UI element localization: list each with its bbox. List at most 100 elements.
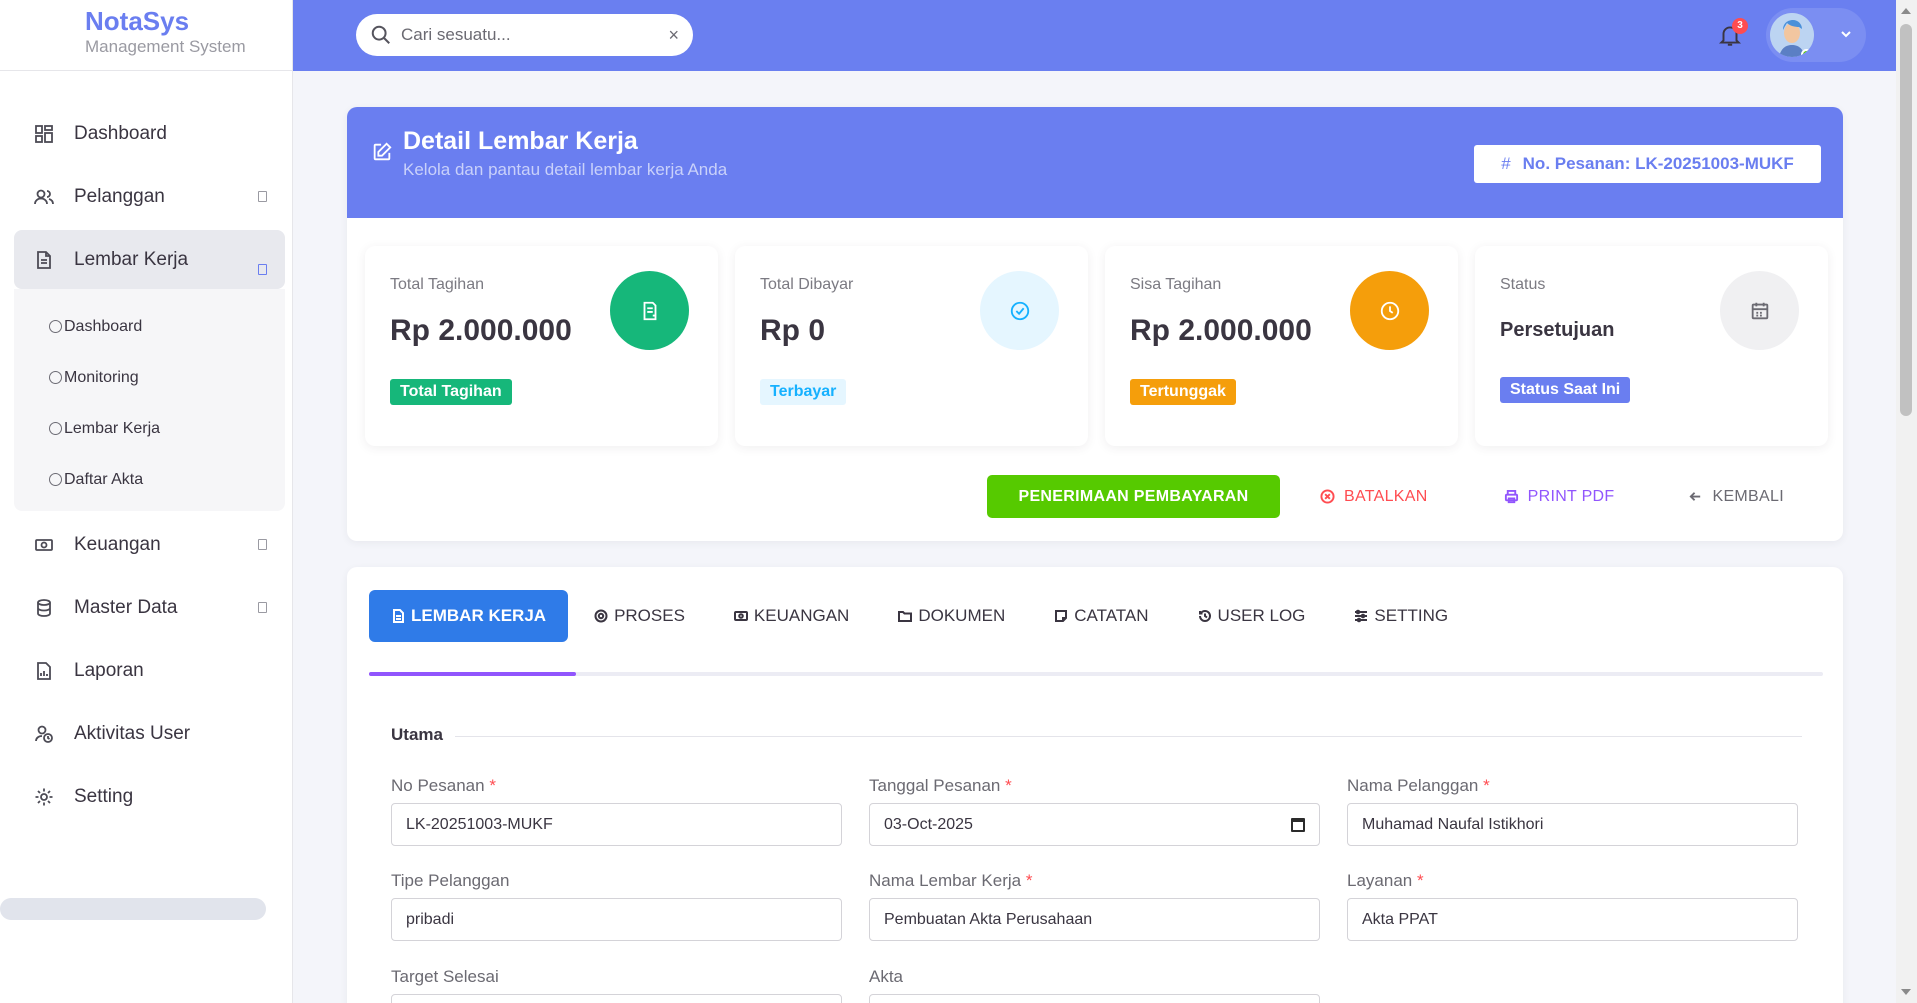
stat-card-status: Status Persetujuan Status Saat Ini [1475,246,1828,446]
clear-search-icon[interactable]: × [668,25,679,46]
avatar [1770,13,1814,57]
sidebar-item-label: Lembar Kerja [74,248,189,270]
sidebar-item-label: Dashboard [74,122,167,144]
order-number-badge: # No. Pesanan: LK-20251003-MUKF [1474,145,1821,183]
receipt-icon [610,271,689,350]
nama-lembar-kerja-input[interactable]: Pembuatan Akta Perusahaan [869,898,1320,941]
stat-label: Total Tagihan [390,276,484,293]
submenu-item-dashboard[interactable]: Dashboard [14,301,285,352]
sidebar-item-label: Master Data [74,596,178,618]
hash-icon: # [1501,154,1511,173]
sidebar-item-setting[interactable]: Setting [14,767,285,826]
stat-badge: Total Tagihan [390,379,512,405]
stat-card-sisa-tagihan: Sisa Tagihan Rp 2.000.000 Tertunggak [1105,246,1458,446]
tab-keuangan[interactable]: KEUANGAN [733,590,849,642]
user-activity-icon [34,724,54,744]
field-nama-lembar-kerja: Nama Lembar Kerja * Pembuatan Akta Perus… [869,871,1320,941]
field-label: Tipe Pelanggan [391,871,510,890]
report-icon [34,661,54,681]
cancel-button[interactable]: BATALKAN [1320,488,1428,506]
sidebar-item-aktivitas-user[interactable]: Aktivitas User [14,704,285,763]
tab-user-log[interactable]: USER LOG [1198,590,1306,642]
stat-card-total-dibayar: Total Dibayar Rp 0 Terbayar [735,246,1088,446]
active-tab-indicator [369,672,576,676]
check-circle-icon [980,271,1059,350]
sidebar-item-master-data[interactable]: Master Data [14,578,285,637]
calendar-icon [1720,271,1799,350]
submenu-lembar-kerja: Dashboard Monitoring Lembar Kerja Daftar… [14,289,285,511]
tab-setting[interactable]: SETTING [1354,590,1448,642]
search-box[interactable]: × [356,14,693,56]
chevron-down-icon [1841,31,1851,38]
submenu-item-monitoring[interactable]: Monitoring [14,352,285,403]
brand-name: NotaSys [85,6,190,36]
user-menu[interactable] [1766,8,1866,62]
money-icon [34,535,54,555]
layanan-input[interactable]: Akta PPAT [1347,898,1798,941]
tab-label: USER LOG [1217,606,1306,625]
online-status-icon [1801,49,1812,57]
expand-icon [258,539,267,550]
submenu-label: Monitoring [64,368,139,386]
field-label: Nama Lembar Kerja * [869,871,1033,890]
scrollbar-thumb[interactable] [1900,24,1912,416]
clock-icon [1350,271,1429,350]
sidebar-item-pelanggan[interactable]: Pelanggan [14,167,285,226]
tab-proses[interactable]: PROSES [594,590,685,642]
tab-bar: LEMBAR KERJA PROSES KEUANGAN DOKUMEN CAT… [369,590,1497,642]
submenu-item-lembar-kerja[interactable]: Lembar Kerja [14,403,285,454]
no-pesanan-input[interactable]: LK-20251003-MUKF [391,803,842,846]
field-label: Akta [869,967,904,986]
history-icon [1198,609,1211,622]
page-title: Detail Lembar Kerja [403,127,638,155]
print-pdf-button[interactable]: PRINT PDF [1504,488,1615,506]
submenu-item-daftar-akta[interactable]: Daftar Akta [14,454,285,505]
sidebar-item-keuangan[interactable]: Keuangan [14,515,285,574]
tab-lembar-kerja[interactable]: LEMBAR KERJA [369,590,569,642]
stat-badge: Status Saat Ini [1500,377,1631,403]
notification-badge: 3 [1732,18,1748,34]
stat-value: Rp 2.000.000 [390,314,572,347]
sidebar-item-label: Pelanggan [74,185,165,207]
circle-icon [49,371,62,384]
page-description: Kelola dan pantau detail lembar kerja An… [403,160,728,179]
sidebar-item-laporan[interactable]: Laporan [14,641,285,700]
sidebar-scrollbar[interactable] [0,898,266,920]
action-bar: PENERIMAAN PEMBAYARAN BATALKAN PRINT PDF… [987,475,1784,518]
scroll-up-icon[interactable] [1901,8,1911,14]
field-label: Tanggal Pesanan * [869,776,1012,795]
tab-label: CATATAN [1074,606,1149,625]
tab-catatan[interactable]: CATATAN [1054,590,1149,642]
gear-icon [594,609,608,623]
expand-icon [258,602,267,613]
submenu-label: Lembar Kerja [64,419,161,437]
sliders-icon [1355,609,1368,623]
tanggal-pesanan-input[interactable]: 03-Oct-2025 [869,803,1320,846]
tab-underline [369,672,1823,676]
field-target-selesai: Target Selesai [391,967,842,1003]
sidebar-item-lembar-kerja[interactable]: Lembar Kerja [14,230,285,289]
calendar-icon[interactable] [1291,817,1305,832]
users-icon [34,187,54,207]
scroll-down-icon[interactable] [1901,989,1911,995]
field-label: No Pesanan * [391,776,496,795]
back-button[interactable]: KEMBALI [1688,488,1784,506]
nama-pelanggan-input[interactable]: Muhamad Naufal Istikhori [1347,803,1798,846]
akta-input[interactable] [869,994,1320,1003]
sidebar-item-dashboard[interactable]: Dashboard [14,104,285,163]
tipe-pelanggan-input[interactable]: pribadi [391,898,842,941]
page-scrollbar[interactable] [1896,0,1917,1003]
stat-label: Sisa Tagihan [1130,276,1222,293]
document-icon [393,609,404,623]
expand-icon [258,191,267,202]
tab-label: DOKUMEN [918,606,1006,625]
notification-button[interactable]: 3 [1715,18,1748,52]
search-input[interactable] [401,25,651,45]
target-selesai-input[interactable] [391,994,842,1003]
tab-dokumen[interactable]: DOKUMEN [898,590,1005,642]
sidebar-item-label: Setting [74,785,134,807]
arrow-left-icon [1689,492,1701,501]
sidebar: NotaSys Management System Dashboard Pela… [0,0,293,1003]
receive-payment-button[interactable]: PENERIMAAN PEMBAYARAN [987,475,1280,518]
database-icon [34,598,54,618]
